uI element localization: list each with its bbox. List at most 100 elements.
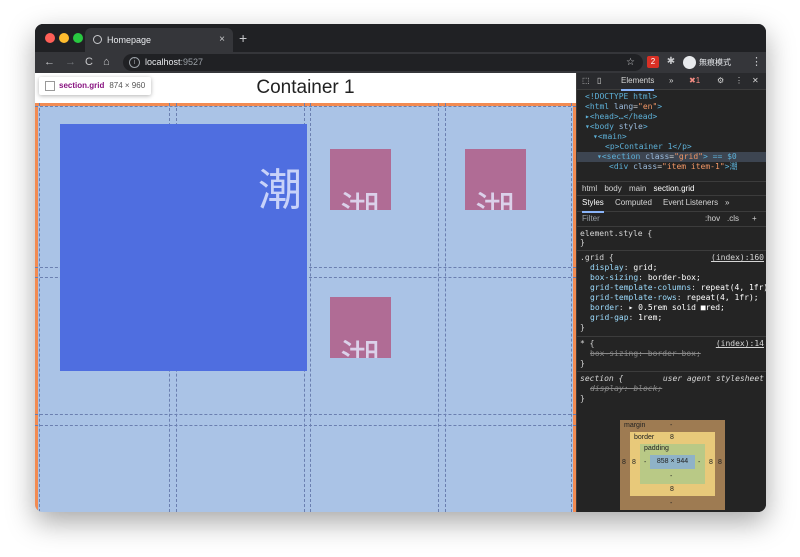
incognito-profile-button[interactable]: 無痕模式: [683, 54, 731, 71]
maximize-window-button[interactable]: [73, 33, 83, 43]
error-count-badge[interactable]: ✖1: [689, 73, 700, 89]
cls-toggle[interactable]: .cls: [727, 212, 739, 226]
page-viewport: Container 1 潮 湖 湖 湖 section.grid874 × 96…: [35, 73, 576, 512]
rule-divider: [577, 336, 766, 337]
rule-selector[interactable]: * {: [580, 339, 594, 349]
styles-rules: element.style { } .grid { (index):160 di…: [577, 226, 766, 403]
tab-event-listeners[interactable]: Event Listeners: [663, 195, 718, 211]
site-info-icon[interactable]: i: [129, 57, 140, 68]
dom-node[interactable]: <p>Container 1</p>: [605, 142, 692, 152]
breadcrumb-item[interactable]: body: [604, 184, 621, 193]
forward-button[interactable]: →: [65, 52, 76, 73]
breadcrumb-item[interactable]: main: [629, 184, 646, 193]
rule-source-label: user agent stylesheet: [662, 374, 764, 383]
style-property[interactable]: display: grid;: [590, 263, 657, 273]
grid-item-4: 湖: [330, 297, 391, 358]
border-top-value: 8: [670, 434, 674, 441]
close-devtools-icon[interactable]: ✕: [752, 73, 759, 89]
inspect-tooltip: section.grid 874 × 960: [39, 77, 152, 95]
border-left-value: 8: [632, 459, 636, 466]
rule-source-link[interactable]: (index):14: [716, 339, 764, 348]
dom-node[interactable]: <!DOCTYPE html>: [585, 92, 657, 102]
browser-window: Homepage × + ← → C ⌂ i localhost:9527 ☆ …: [35, 24, 766, 512]
globe-icon: [93, 35, 102, 44]
box-model-diagram: margin - border 8 8 8 8 padding - - - 85…: [620, 420, 725, 510]
style-property-overridden[interactable]: display: block;: [590, 384, 662, 394]
grid-badge-icon: [45, 80, 55, 91]
tab-computed[interactable]: Computed: [615, 195, 652, 211]
style-property[interactable]: border: ▸ 0.5rem solid ■red;: [590, 303, 725, 313]
add-rule-icon[interactable]: +: [752, 212, 757, 226]
back-button[interactable]: ←: [44, 52, 55, 73]
incognito-avatar-icon: [683, 56, 696, 70]
style-property[interactable]: grid-template-rows: repeat(4, 1fr);: [590, 293, 759, 303]
style-property[interactable]: grid-gap: 1rem;: [590, 313, 662, 323]
styles-filter: Filter :hov .cls +: [577, 212, 766, 227]
puzzle-extensions-icon[interactable]: ✱: [665, 56, 677, 68]
browser-toolbar: ← → C ⌂ i localhost:9527 ☆ 2 ✱ 無痕模式 ⋮: [35, 52, 766, 73]
dom-node-selected[interactable]: ▾<section class="grid"> == $0: [577, 152, 766, 162]
grid-line: [39, 103, 40, 512]
new-tab-button[interactable]: +: [239, 29, 247, 47]
margin-right-value: 8: [718, 459, 722, 466]
settings-gear-icon[interactable]: ⚙: [717, 73, 724, 89]
browser-menu-icon[interactable]: ⋮: [751, 52, 762, 73]
close-window-button[interactable]: [45, 33, 55, 43]
rule-source-link[interactable]: (index):160: [711, 253, 764, 262]
padding-right-value: -: [698, 459, 701, 466]
tab-close-icon[interactable]: ×: [219, 28, 225, 52]
rule-close: }: [580, 359, 585, 368]
inspect-element-icon[interactable]: ⬚: [582, 73, 590, 89]
styles-subtabs: Styles Computed Event Listeners »: [577, 195, 766, 213]
more-subtabs-icon[interactable]: »: [725, 195, 729, 211]
rule-selector[interactable]: .grid {: [580, 253, 614, 263]
breadcrumb-item[interactable]: html: [582, 184, 597, 193]
dom-node[interactable]: ▸<head>…</head>: [585, 112, 657, 122]
more-tabs-icon[interactable]: »: [669, 73, 673, 89]
grid-line: [35, 425, 576, 426]
border-label: border: [634, 434, 655, 441]
tab-styles[interactable]: Styles: [582, 195, 604, 213]
grid-line: [35, 106, 576, 107]
devtools-topbar: ⬚ ▯ Elements » ✖1 ⚙ ⋮ ✕: [577, 73, 766, 91]
box-model-content: 858 × 944: [650, 455, 695, 469]
rule-divider: [577, 250, 766, 251]
tab-homepage[interactable]: Homepage ×: [85, 28, 233, 52]
grid-line: [571, 103, 572, 512]
tab-title: Homepage: [107, 35, 152, 45]
style-property[interactable]: box-sizing: border-box;: [590, 273, 701, 283]
dom-node[interactable]: <div class="item item-1">潮: [609, 162, 737, 172]
rule-selector[interactable]: section {: [580, 374, 623, 384]
rule-divider: [577, 371, 766, 372]
padding-bottom-value: -: [670, 473, 673, 480]
rule-close: }: [580, 394, 585, 403]
home-button[interactable]: ⌂: [103, 52, 110, 73]
filter-input[interactable]: Filter: [582, 212, 600, 226]
dom-node[interactable]: <html lang="en">: [585, 102, 662, 112]
devtools-menu-icon[interactable]: ⋮: [735, 73, 743, 89]
box-model-border: border 8 8 8 8 padding - - - 858 × 944: [630, 432, 715, 496]
rule-close: }: [580, 323, 585, 332]
style-property-overridden[interactable]: box-sizing: border-box;: [590, 349, 701, 359]
grid-item-2: 湖: [330, 149, 391, 210]
dom-node[interactable]: ▾<body style>: [585, 122, 648, 132]
breadcrumb-item-current[interactable]: section.grid: [654, 184, 695, 193]
dom-node[interactable]: ▾<main>: [593, 132, 627, 142]
breadcrumb: html body main section.grid: [577, 181, 766, 196]
margin-bottom-value: -: [670, 500, 673, 507]
padding-label: padding: [644, 445, 669, 452]
grid-item-3: 湖: [465, 149, 526, 210]
device-toolbar-icon[interactable]: ▯: [597, 73, 601, 89]
url-text: localhost:9527: [145, 57, 204, 67]
address-bar[interactable]: i localhost:9527 ☆: [123, 54, 643, 71]
rule-selector[interactable]: element.style {: [580, 229, 652, 239]
reload-button[interactable]: C: [85, 52, 93, 73]
hov-toggle[interactable]: :hov: [705, 212, 720, 226]
bookmark-star-icon[interactable]: ☆: [626, 54, 635, 71]
extension-icon[interactable]: 2: [647, 56, 659, 68]
style-property[interactable]: grid-template-columns: repeat(4, 1fr);: [590, 283, 766, 293]
margin-top-value: -: [670, 422, 673, 429]
grid-item-1: 潮: [60, 124, 307, 371]
minimize-window-button[interactable]: [59, 33, 69, 43]
dom-tree: <!DOCTYPE html> <html lang="en"> ▸<head>…: [577, 89, 766, 181]
